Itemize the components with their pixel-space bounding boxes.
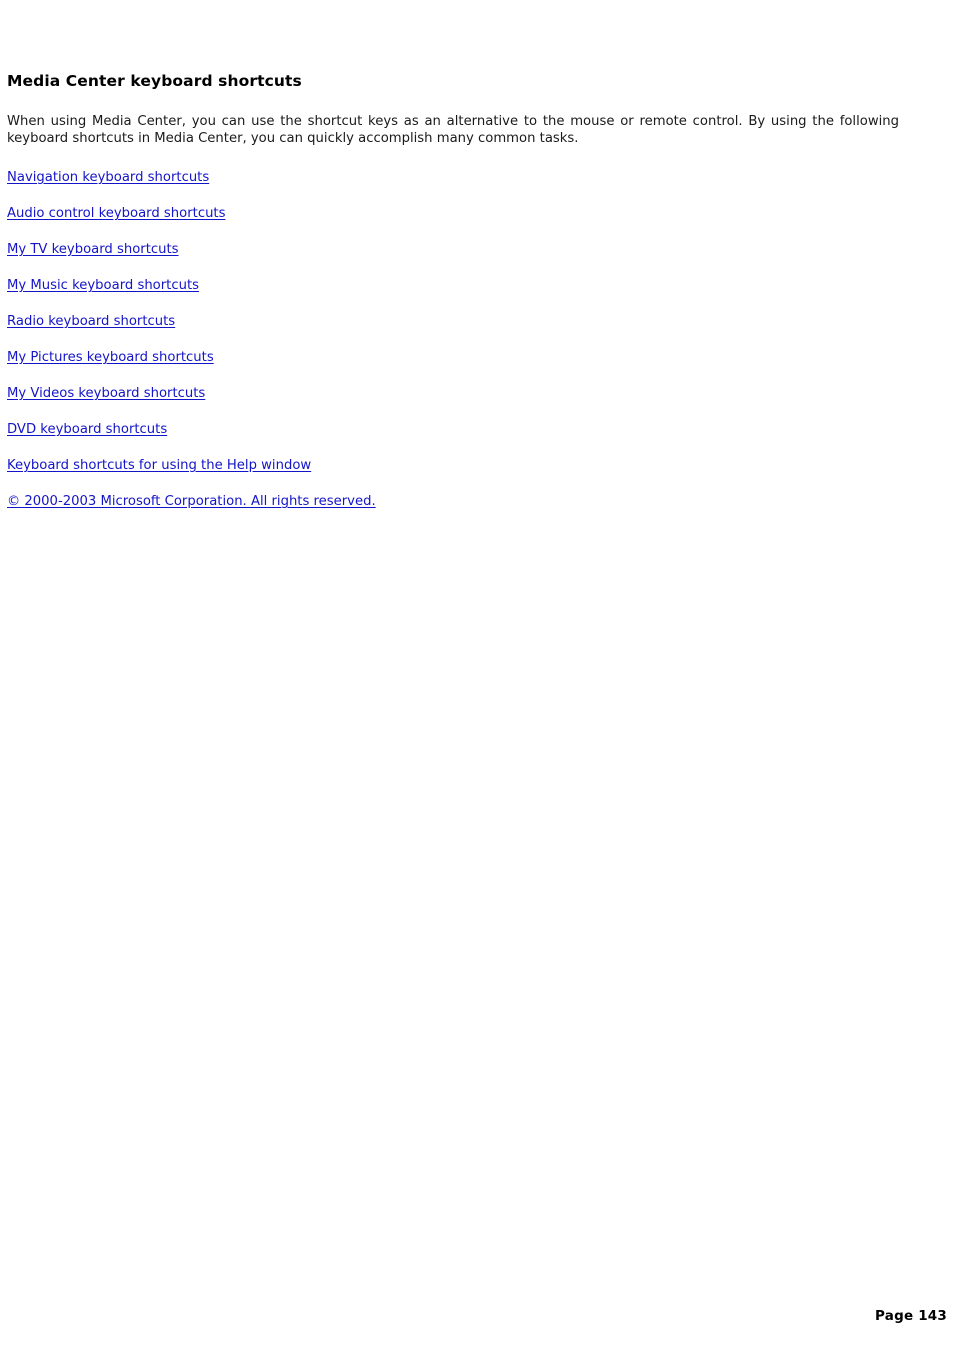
list-item: My Videos keyboard shortcuts: [7, 382, 899, 418]
link-my-tv-keyboard-shortcuts[interactable]: My TV keyboard shortcuts: [7, 242, 179, 257]
document-content: Media Center keyboard shortcuts When usi…: [7, 72, 899, 526]
list-item: Audio control keyboard shortcuts: [7, 202, 899, 238]
link-audio-control-keyboard-shortcuts[interactable]: Audio control keyboard shortcuts: [7, 206, 225, 221]
link-my-videos-keyboard-shortcuts[interactable]: My Videos keyboard shortcuts: [7, 386, 205, 401]
shortcut-links-list: Navigation keyboard shortcuts Audio cont…: [7, 147, 899, 526]
list-item: DVD keyboard shortcuts: [7, 418, 899, 454]
link-keyboard-shortcuts-help-window[interactable]: Keyboard shortcuts for using the Help wi…: [7, 458, 311, 473]
list-item: Navigation keyboard shortcuts: [7, 166, 899, 202]
copyright-link[interactable]: © 2000-2003 Microsoft Corporation. All r…: [7, 494, 376, 509]
link-navigation-keyboard-shortcuts[interactable]: Navigation keyboard shortcuts: [7, 170, 209, 185]
page-number-footer: Page 143: [875, 1308, 947, 1324]
link-radio-keyboard-shortcuts[interactable]: Radio keyboard shortcuts: [7, 314, 175, 329]
link-dvd-keyboard-shortcuts[interactable]: DVD keyboard shortcuts: [7, 422, 167, 437]
intro-paragraph: When using Media Center, you can use the…: [7, 114, 899, 146]
list-item: Radio keyboard shortcuts: [7, 310, 899, 346]
list-item: © 2000-2003 Microsoft Corporation. All r…: [7, 490, 899, 526]
list-item: My Music keyboard shortcuts: [7, 274, 899, 310]
page-title: Media Center keyboard shortcuts: [7, 72, 302, 90]
document-page: Media Center keyboard shortcuts When usi…: [0, 0, 954, 1351]
list-item: My TV keyboard shortcuts: [7, 238, 899, 274]
link-my-music-keyboard-shortcuts[interactable]: My Music keyboard shortcuts: [7, 278, 199, 293]
list-item: My Pictures keyboard shortcuts: [7, 346, 899, 382]
list-item: Keyboard shortcuts for using the Help wi…: [7, 454, 899, 490]
link-my-pictures-keyboard-shortcuts[interactable]: My Pictures keyboard shortcuts: [7, 350, 214, 365]
